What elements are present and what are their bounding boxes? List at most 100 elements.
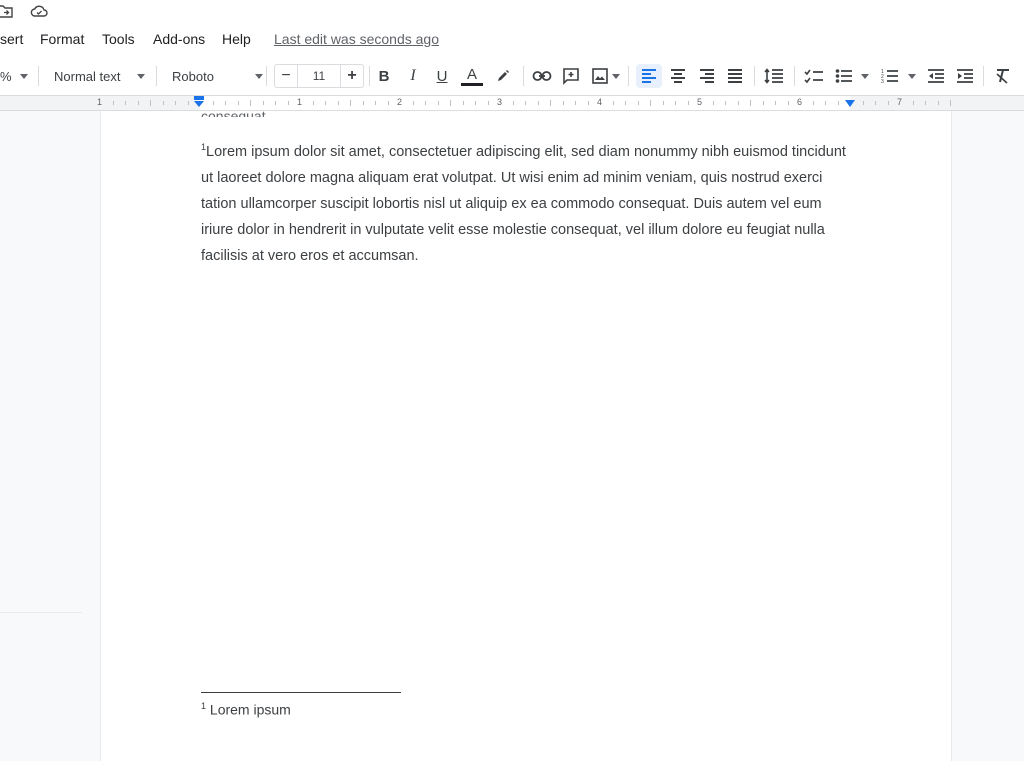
justify-icon[interactable] [725, 64, 745, 88]
ruler-tick [487, 101, 489, 105]
ruler-tick [750, 100, 751, 106]
body-paragraph[interactable]: 1Lorem ipsum dolor sit amet, consectetue… [201, 134, 851, 269]
right-indent-marker-icon[interactable] [844, 100, 856, 108]
top-icon-row [0, 0, 1024, 22]
ruler-tick [912, 101, 914, 105]
increase-font-size-button[interactable]: + [340, 64, 364, 88]
ruler-tick [262, 101, 264, 105]
ruler-tick [712, 101, 714, 105]
decrease-indent-icon[interactable] [926, 64, 946, 88]
left-indent-marker-icon[interactable] [193, 96, 205, 108]
font-select[interactable]: Roboto [172, 64, 214, 88]
toolbar-divider [628, 66, 629, 86]
ruler-tick [387, 101, 389, 105]
font-label: Roboto [172, 68, 214, 84]
ruler-tick [425, 101, 426, 105]
insert-image-dropdown-icon[interactable] [612, 74, 620, 79]
font-size-input[interactable]: 11 [298, 64, 340, 88]
ruler-tick [937, 101, 939, 105]
ruler-tick [637, 101, 639, 105]
ruler-tick [225, 101, 226, 105]
footnote-number: 1 [201, 701, 207, 711]
toolbar-divider [156, 66, 157, 86]
ruler-tick [350, 100, 351, 106]
menu-bar: sert Format Tools Add-ons Help Last edit… [0, 22, 1024, 56]
ruler-tick [662, 101, 664, 105]
ruler-tick [337, 101, 339, 105]
ruler-tick [450, 100, 451, 106]
align-left-icon[interactable] [636, 64, 662, 88]
ruler-tick [312, 101, 314, 105]
checklist-icon[interactable] [803, 64, 825, 88]
ruler-tick [812, 101, 814, 105]
ruler-number: 5 [697, 97, 703, 107]
italic-button[interactable]: I [405, 64, 421, 88]
ruler-tick [562, 101, 564, 105]
footnote[interactable]: 1 Lorem ipsum [201, 701, 291, 718]
bulleted-list-dropdown-icon[interactable] [861, 74, 869, 79]
ruler-tick [675, 101, 676, 105]
ruler-tick [575, 101, 576, 105]
ruler-tick [612, 101, 614, 105]
move-to-folder-icon[interactable] [0, 3, 14, 19]
underline-button[interactable]: U [434, 64, 450, 88]
ruler-tick [950, 100, 951, 106]
align-center-icon[interactable] [668, 64, 688, 88]
bold-button[interactable]: B [376, 64, 392, 88]
toolbar-divider [983, 66, 984, 86]
ruler-number: 4 [597, 97, 603, 107]
ruler-tick [525, 101, 526, 105]
last-edit-link[interactable]: Last edit was seconds ago [274, 31, 439, 47]
ruler-tick [187, 101, 189, 105]
insert-link-icon[interactable] [531, 64, 553, 88]
add-comment-icon[interactable] [561, 64, 581, 88]
font-dropdown-icon[interactable] [255, 74, 263, 79]
ruler-tick [462, 101, 464, 105]
paragraph-style-label: Normal text [54, 68, 121, 84]
menu-tools[interactable]: Tools [102, 31, 135, 47]
toolbar-divider [266, 66, 267, 86]
ruler-tick [625, 101, 626, 105]
paragraph-style-dropdown-icon[interactable] [137, 74, 145, 79]
clear-formatting-icon[interactable] [993, 64, 1013, 88]
insert-image-icon[interactable] [590, 64, 610, 88]
text-color-button[interactable]: A [460, 64, 484, 88]
paragraph-style-select[interactable]: Normal text [54, 64, 120, 88]
ruler-number: 7 [897, 97, 903, 107]
menu-help[interactable]: Help [222, 31, 251, 47]
highlight-pen-icon[interactable] [494, 64, 512, 88]
increase-indent-icon[interactable] [955, 64, 975, 88]
document-page[interactable]: consequat. 1Lorem ipsum dolor sit amet, … [100, 111, 952, 761]
numbered-list-icon[interactable]: 123 [880, 64, 900, 88]
ruler[interactable]: 1 1 2 3 4 5 6 7 [0, 96, 1024, 111]
toolbar-divider [754, 66, 755, 86]
ruler-tick [475, 101, 476, 105]
ruler-tick [275, 101, 276, 105]
cloud-saved-icon[interactable] [30, 3, 48, 19]
ruler-tick [725, 101, 726, 105]
menu-insert[interactable]: sert [0, 31, 23, 47]
ruler-tick [412, 101, 414, 105]
zoom-select[interactable]: % [0, 64, 12, 88]
ruler-tick [875, 101, 876, 105]
ruler-tick [650, 100, 651, 106]
align-right-icon[interactable] [697, 64, 717, 88]
line-spacing-icon[interactable] [763, 64, 785, 88]
ruler-tick [125, 101, 126, 105]
ruler-tick [287, 101, 289, 105]
ruler-tick [925, 101, 926, 105]
ruler-tick [162, 101, 164, 105]
ruler-tick [762, 101, 764, 105]
ruler-tick [150, 100, 151, 106]
toolbar: % Normal text Roboto − 11 + B I U A 1 2 … [0, 56, 1024, 96]
svg-text:3: 3 [881, 79, 884, 84]
menu-format[interactable]: Format [40, 31, 84, 47]
ruler-tick [137, 101, 139, 105]
bulleted-list-icon[interactable] [834, 64, 854, 88]
numbered-list-dropdown-icon[interactable] [908, 74, 916, 79]
zoom-dropdown-icon[interactable] [20, 74, 28, 79]
ruler-tick [325, 101, 326, 105]
menu-add-ons[interactable]: Add-ons [153, 31, 205, 47]
decrease-font-size-button[interactable]: − [274, 64, 298, 88]
toolbar-divider [369, 66, 370, 86]
